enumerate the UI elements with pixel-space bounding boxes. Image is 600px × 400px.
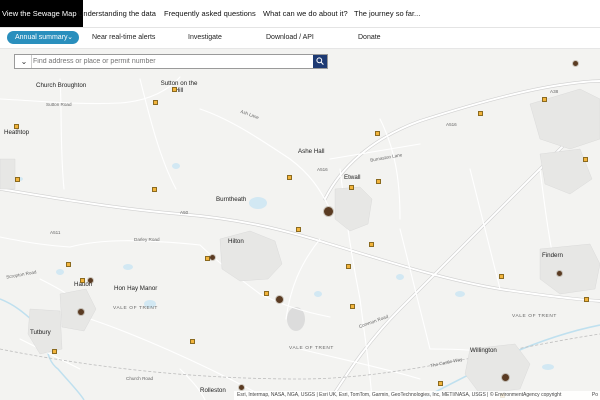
map-attribution: Esri, Intermap, NASA, NGA, USGS | Esri U… (234, 391, 600, 400)
discharge-marker[interactable] (376, 179, 381, 184)
discharge-marker[interactable] (583, 157, 588, 162)
discharge-marker[interactable] (172, 87, 177, 92)
discharge-dot-marker[interactable] (210, 255, 215, 260)
road-label-a516: A516 (317, 167, 328, 172)
area-label-vale-of-trent-2: VALE OF TRENT (289, 346, 334, 351)
place-willington: Willington (470, 347, 497, 354)
nav-journey[interactable]: The journey so far... (354, 0, 420, 27)
discharge-dot-marker[interactable] (573, 61, 578, 66)
discharge-marker[interactable] (152, 187, 157, 192)
discharge-dot-marker[interactable] (78, 309, 84, 315)
discharge-marker[interactable] (438, 381, 443, 386)
place-heathtop: Heathtop (4, 129, 30, 136)
discharge-dot-marker[interactable] (502, 374, 509, 381)
discharge-marker[interactable] (52, 349, 57, 354)
discharge-marker[interactable] (287, 175, 292, 180)
discharge-marker[interactable] (499, 274, 504, 279)
discharge-dot-marker[interactable] (239, 385, 244, 390)
place-tutbury: Tutbury (30, 329, 51, 336)
place-rolleston: Rolleston (200, 387, 226, 394)
discharge-marker[interactable] (80, 278, 85, 283)
attribution-text: Esri, Intermap, NASA, NGA, USGS | Esri U… (237, 392, 562, 398)
road-label-darley-road: Darley Road (134, 237, 160, 242)
top-nav: View the Sewage Map Understanding the da… (0, 0, 600, 28)
place-findern: Findern (542, 252, 563, 259)
search-bar: ⌄ (14, 54, 328, 69)
discharge-marker[interactable] (190, 339, 195, 344)
discharge-marker[interactable] (369, 242, 374, 247)
discharge-marker[interactable] (264, 291, 269, 296)
discharge-dot-marker[interactable] (324, 207, 333, 216)
place-burntheath: Burntheath (216, 196, 247, 203)
tab-donate[interactable]: Donate (358, 28, 381, 48)
discharge-marker[interactable] (346, 264, 351, 269)
place-ashe-hall: Ashe Hall (298, 148, 325, 155)
place-hon-hay-manor: Hon Hay Manor (114, 285, 158, 292)
tab-near-real-time-alerts[interactable]: Near real-time alerts (92, 28, 155, 48)
place-hilton: Hilton (228, 238, 244, 245)
nav-understanding-data[interactable]: Understanding the data (78, 0, 156, 27)
road-label-sutton-road: Sutton Road (46, 102, 72, 107)
search-icon (316, 57, 324, 65)
water-bodies (17, 163, 554, 370)
tab-investigate[interactable]: Investigate (188, 28, 222, 48)
discharge-marker[interactable] (15, 177, 20, 182)
discharge-marker[interactable] (349, 185, 354, 190)
road-label-a516-east: A516 (446, 122, 457, 127)
dropdown-label: Annual summary (15, 34, 68, 41)
discharge-marker[interactable] (542, 97, 547, 102)
road-label-church-road: Church Road (126, 376, 154, 381)
search-button[interactable] (313, 55, 327, 68)
road-label-a50: A50 (180, 210, 189, 215)
tab-download-api[interactable]: Download / API (266, 28, 314, 48)
search-source-chevron-icon[interactable]: ⌄ (17, 55, 32, 68)
discharge-marker[interactable] (584, 297, 589, 302)
discharge-marker[interactable] (14, 124, 19, 129)
discharge-dot-marker[interactable] (88, 278, 93, 283)
nav-view-sewage-map[interactable]: View the Sewage Map (0, 0, 83, 27)
place-etwall: Etwall (344, 174, 361, 181)
area-label-vale-of-trent-3: VALE OF TRENT (512, 314, 557, 319)
chevron-down-icon: ⌄ (67, 34, 73, 41)
discharge-marker[interactable] (478, 111, 483, 116)
discharge-dot-marker[interactable] (557, 271, 562, 276)
nav-faq[interactable]: Frequently asked questions (164, 0, 256, 27)
discharge-marker[interactable] (296, 227, 301, 232)
nav-what-can-we-do[interactable]: What can we do about it? (263, 0, 348, 27)
attribution-powered[interactable]: Po (592, 391, 598, 400)
discharge-marker[interactable] (153, 100, 158, 105)
road-label-a511: A511 (50, 230, 61, 235)
annual-summary-dropdown[interactable]: Annual summary ⌄ (7, 31, 79, 44)
map-view[interactable]: Church Broughton Sutton on the Hill Heat… (0, 49, 600, 400)
discharge-dot-marker[interactable] (276, 296, 283, 303)
discharge-marker[interactable] (350, 304, 355, 309)
area-label-vale-of-trent-1: VALE OF TRENT (113, 306, 158, 311)
place-church-broughton-1: Church Broughton (36, 82, 87, 89)
sub-nav: Annual summary ⌄ Near real-time alerts I… (0, 28, 600, 49)
road-label-a38: A38 (550, 89, 559, 94)
place-sutton-on-the-hill: Sutton on the Hill (160, 80, 198, 94)
discharge-marker[interactable] (375, 131, 380, 136)
search-input[interactable] (33, 55, 309, 68)
discharge-marker[interactable] (66, 262, 71, 267)
